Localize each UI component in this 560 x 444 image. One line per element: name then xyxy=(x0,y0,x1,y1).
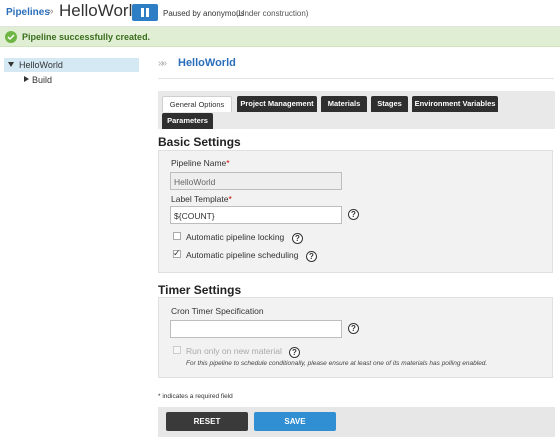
chevron-right-icon[interactable] xyxy=(24,76,29,82)
tree-item-stage[interactable]: Build xyxy=(4,73,139,87)
pipeline-name-label: Pipeline Name* xyxy=(171,158,230,168)
timer-settings-panel: Cron Timer Specification ? Run only on n… xyxy=(158,297,553,378)
form-actions: RESET SAVE xyxy=(158,407,555,437)
basic-settings-title: Basic Settings xyxy=(158,135,241,149)
pipeline-locking-checkbox[interactable] xyxy=(173,232,181,240)
double-chevron-icon: »» xyxy=(158,58,167,69)
help-icon[interactable]: ? xyxy=(348,209,359,220)
cron-label: Cron Timer Specification xyxy=(171,306,264,316)
tree-item-stage-label: Build xyxy=(32,75,53,85)
basic-settings-panel: Pipeline Name* HelloWorld Label Template… xyxy=(158,150,553,273)
help-icon[interactable]: ? xyxy=(348,323,359,334)
required-field-note: * indicates a required field xyxy=(158,393,233,400)
pipeline-name-field: HelloWorld xyxy=(170,172,342,190)
only-new-material-checkbox[interactable] xyxy=(173,346,181,354)
tab-general-options[interactable]: General Options xyxy=(162,96,232,112)
breadcrumb-separator: » xyxy=(48,6,54,17)
tab-project-management[interactable]: Project Management xyxy=(237,96,317,112)
polling-note: For this pipeline to schedule conditiona… xyxy=(186,360,488,367)
help-icon[interactable]: ? xyxy=(306,251,317,262)
chevron-down-icon[interactable] xyxy=(8,62,14,67)
pipeline-locking-label: Automatic pipeline locking xyxy=(186,232,285,242)
reset-button[interactable]: RESET xyxy=(166,412,248,431)
timer-settings-title: Timer Settings xyxy=(158,283,242,297)
cron-field[interactable] xyxy=(170,320,342,338)
tree-item-pipeline[interactable]: HelloWorld xyxy=(4,58,139,72)
pipeline-title: HelloWorld xyxy=(59,1,142,20)
check-circle-icon xyxy=(5,31,17,43)
pipeline-status: (Under construction) xyxy=(236,9,309,18)
divider xyxy=(158,78,554,79)
tree-item-pipeline-label: HelloWorld xyxy=(19,60,63,70)
pipeline-scheduling-checkbox[interactable] xyxy=(173,248,181,259)
tab-materials[interactable]: Materials xyxy=(321,96,367,112)
pipeline-scheduling-label: Automatic pipeline scheduling xyxy=(186,250,299,260)
tab-stages[interactable]: Stages xyxy=(371,96,408,112)
page-header-bar: Pipelines » HelloWorld Paused by anonymo… xyxy=(0,0,560,27)
help-icon[interactable]: ? xyxy=(289,347,300,358)
success-message: Pipeline successfully created. xyxy=(0,27,560,47)
label-template-field[interactable]: ${COUNT} xyxy=(170,206,342,224)
tab-environment-variables[interactable]: Environment Variables xyxy=(412,96,498,112)
tab-bar: General Options Project Management Mater… xyxy=(158,91,555,129)
only-new-material-label: Run only on new material xyxy=(186,346,282,356)
label-template-label: Label Template* xyxy=(171,194,232,204)
section-title: HelloWorld xyxy=(178,57,236,69)
help-icon[interactable]: ? xyxy=(292,233,303,244)
pause-button[interactable] xyxy=(132,4,158,21)
breadcrumb-pipelines[interactable]: Pipelines xyxy=(6,7,50,18)
paused-by-text: Paused by anonymous xyxy=(163,9,245,18)
pause-icon xyxy=(141,8,144,17)
tab-parameters[interactable]: Parameters xyxy=(162,113,213,129)
save-button[interactable]: SAVE xyxy=(254,412,336,431)
success-message-text: Pipeline successfully created. xyxy=(22,32,151,42)
